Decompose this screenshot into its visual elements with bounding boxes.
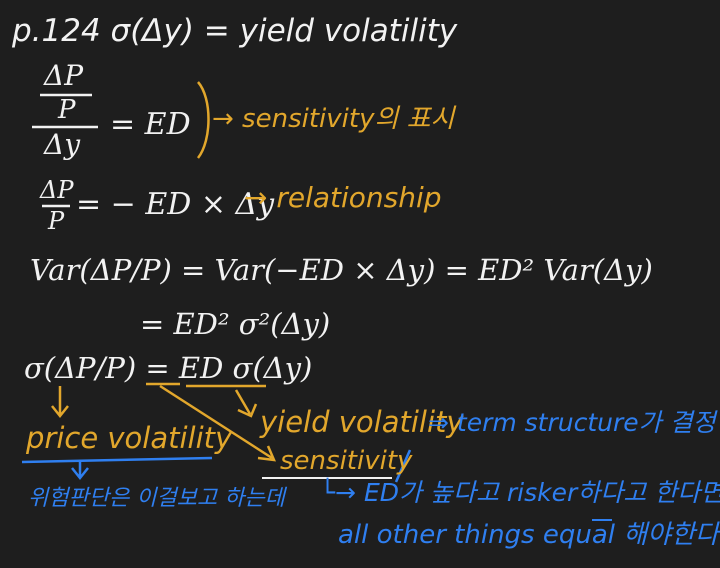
fraction-denominator-dy: Δy [44,128,81,161]
variance-line-2: = ED² σ²(Δy) [140,307,331,341]
sensitivity-note: → sensitivity의 표시 [212,104,455,134]
ed-equals: = ED [110,107,191,142]
variance-line: Var(ΔP/P) = Var(−ED × Δy) = ED² Var(Δy) [30,253,653,287]
relation-lhs-numerator: ΔP [40,176,74,204]
relation-lhs-denominator: P [48,207,65,235]
term-structure-note: ⇒ term structure가 결정 [428,408,716,437]
blue-underline [21,456,213,464]
relationship-note: → relationship [244,181,442,214]
fraction-numerator-dp: ΔP [44,59,84,92]
risk-judgement-note: 위험판단은 이걸보고 하는데 [28,486,285,511]
arrow-to-yield-volatility [234,389,258,418]
blue-down-arrow [71,460,89,481]
sensitivity-label: sensitivity [280,446,413,476]
page-heading: p.124 σ(Δy) = yield volatility [12,13,458,49]
other-things-note: all other things equal 해야한다 [338,520,719,550]
price-volatility-label: price volatility [26,421,233,455]
ed-risk-note: └→ ED가 높다고 risker하다고 한다면 [320,478,720,507]
arrow-to-price-volatility [51,386,69,419]
fraction-denominator-p: P [58,95,76,125]
sigma-line: σ(ΔP/P) = ED σ(Δy) [24,351,313,385]
bracket-stroke [196,81,210,159]
